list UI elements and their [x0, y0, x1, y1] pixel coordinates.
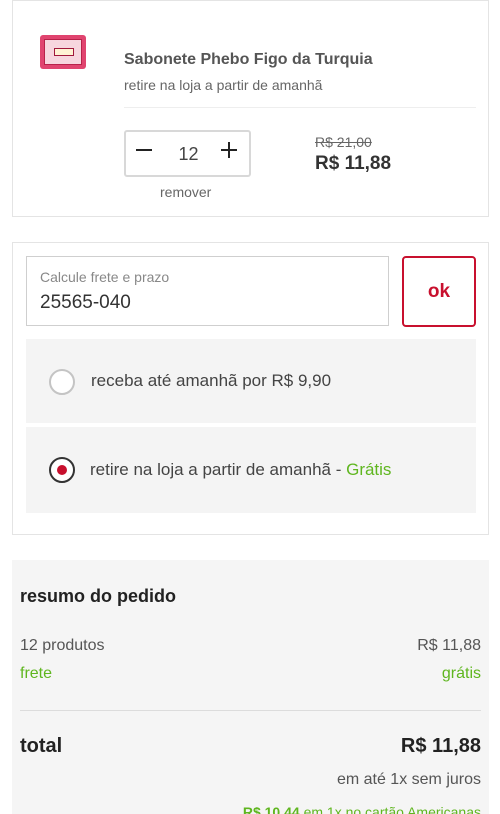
increase-quantity-button[interactable] — [213, 132, 249, 175]
shipping-option-pickup[interactable]: retire na loja a partir de amanhã - Grát… — [26, 427, 476, 513]
summary-title: resumo do pedido — [20, 586, 177, 606]
remove-item-link[interactable]: remover — [160, 184, 211, 200]
products-subtotal: R$ 11,88 — [417, 637, 481, 654]
cep-field-label: Calcule frete e prazo — [40, 269, 170, 285]
radio-delivery[interactable] — [49, 369, 75, 395]
shipping-option-delivery[interactable]: receba até amanhã por R$ 9,90 — [26, 339, 476, 423]
installments-text: em até 1x sem juros — [336, 771, 481, 788]
cep-field[interactable]: Calcule frete e prazo 25565-040 — [26, 256, 389, 326]
soap-label — [54, 48, 74, 56]
summary-divider — [20, 710, 481, 711]
shipping-option-label: receba até amanhã por R$ 9,90 — [91, 371, 332, 390]
products-count: 12 produtos — [20, 637, 105, 654]
promo-price: R$ 10,44 — [242, 804, 300, 814]
pickup-note: retire na loja a partir de amanhã — [124, 77, 323, 93]
product-thumbnail[interactable] — [40, 35, 86, 69]
radio-pickup[interactable] — [49, 457, 75, 483]
promo-description: em 1x no cartão Americanas — [303, 804, 481, 814]
quantity-stepper: 12 — [124, 130, 251, 177]
calculate-shipping-button[interactable]: ok — [402, 256, 476, 327]
pickup-option-text: retire na loja a partir de amanhã - — [90, 460, 342, 479]
old-price: R$ 21,00 — [315, 134, 372, 150]
product-divider — [124, 107, 476, 108]
calculate-shipping-label: ok — [427, 281, 451, 302]
shipping-label: frete — [20, 665, 53, 682]
free-label: Grátis — [346, 460, 392, 479]
product-card: Sabonete Phebo Figo da Turquia retire na… — [12, 0, 489, 217]
cep-input[interactable]: 25565-040 — [40, 292, 131, 314]
soap-box-image — [44, 39, 82, 65]
order-summary: resumo do pedido 12 produtos R$ 11,88 fr… — [12, 560, 489, 814]
card-promo-text: R$ 10,44 em 1x no cartão Americanas — [243, 804, 481, 814]
total-value: R$ 11,88 — [400, 735, 481, 757]
radio-selected-dot — [57, 465, 67, 475]
plus-icon-vertical — [228, 142, 230, 158]
shipping-option-label: retire na loja a partir de amanhã - Grát… — [90, 460, 391, 480]
shipping-value: grátis — [441, 665, 481, 682]
current-price: R$ 11,88 — [315, 153, 392, 174]
shipping-card: Calcule frete e prazo 25565-040 ok receb… — [12, 242, 489, 535]
total-label: total — [20, 735, 63, 757]
product-name[interactable]: Sabonete Phebo Figo da Turquia — [124, 51, 373, 69]
